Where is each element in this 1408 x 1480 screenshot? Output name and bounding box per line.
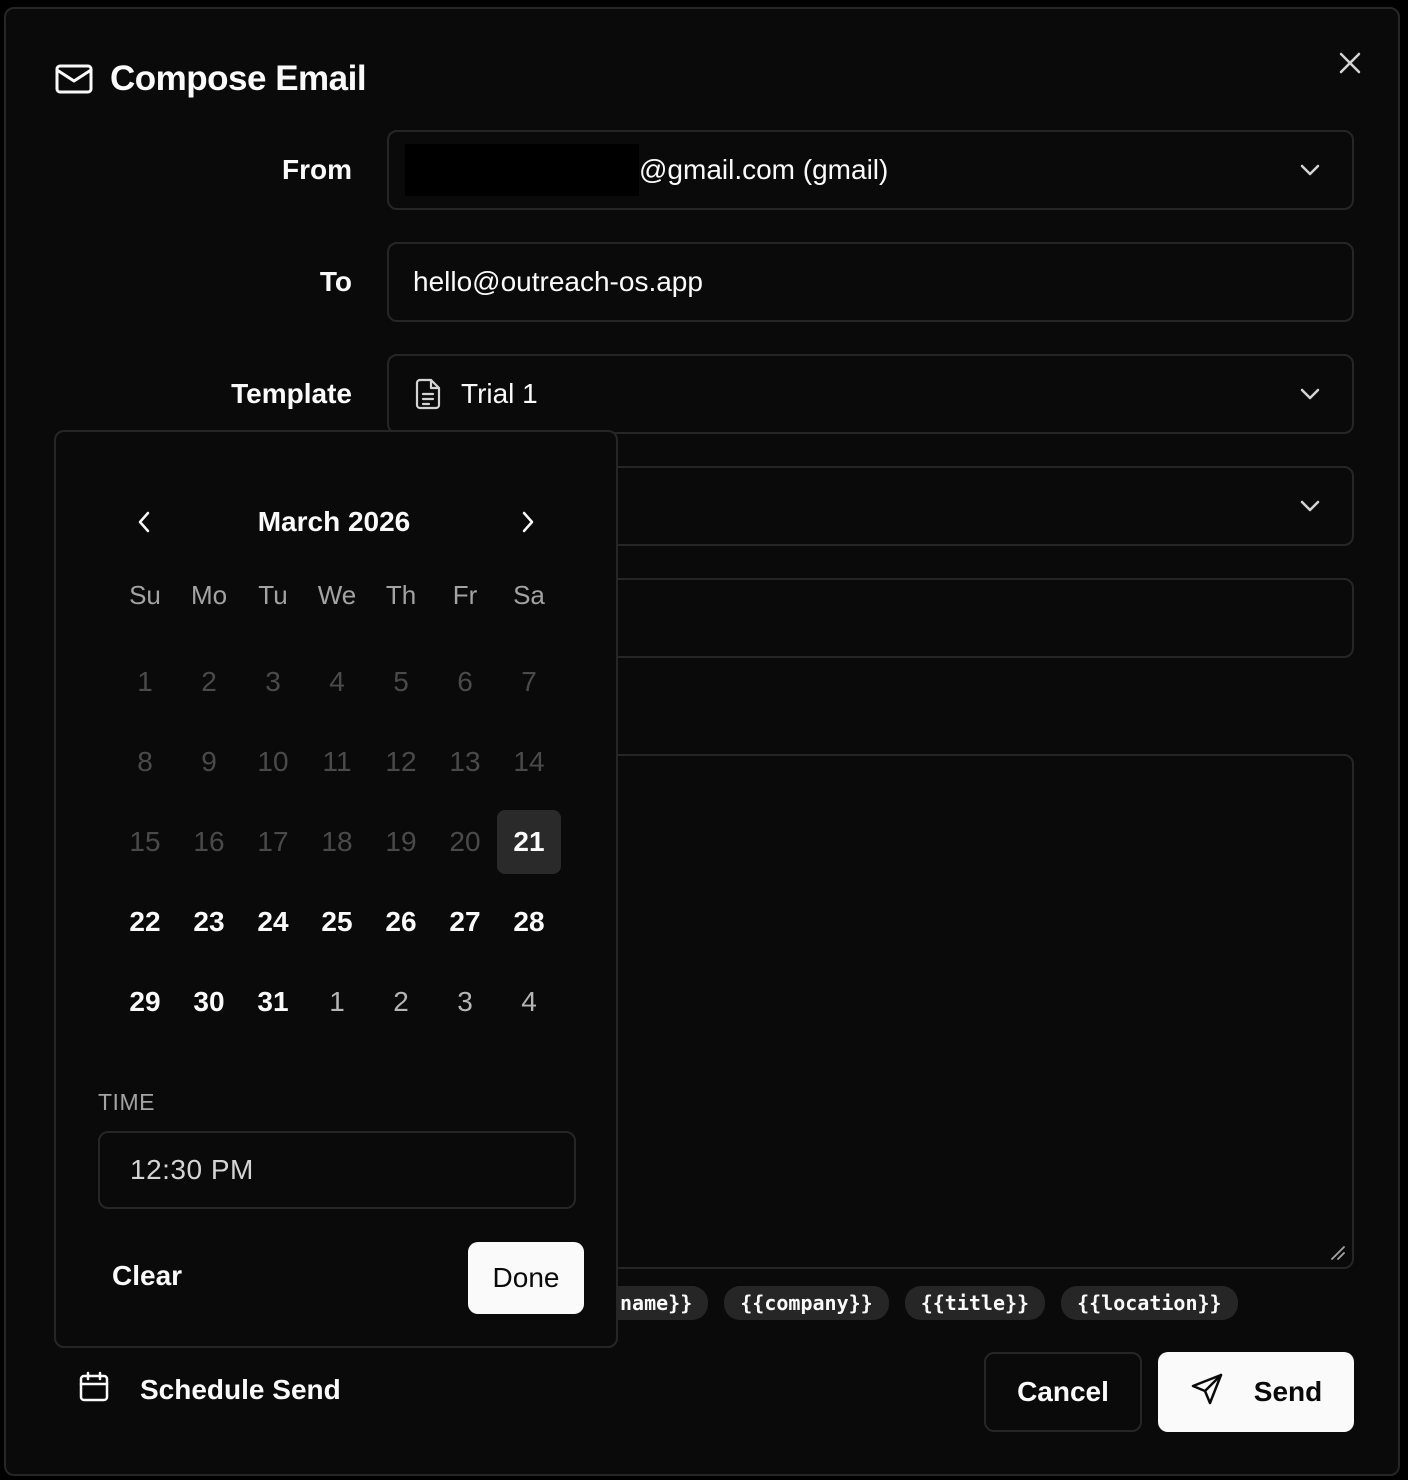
from-value: @gmail.com (gmail) — [639, 154, 889, 185]
calendar-day-disabled: 10 — [257, 746, 289, 777]
calendar-day-outside-month[interactable]: 3 — [433, 970, 497, 1034]
calendar-day-disabled: 16 — [193, 826, 225, 857]
chevron-down-icon — [1296, 492, 1324, 520]
weekday-label: We — [317, 580, 357, 610]
clear-button[interactable]: Clear — [112, 1260, 182, 1292]
calendar-day[interactable]: 25 — [305, 890, 369, 954]
calendar-day-disabled: 7 — [521, 666, 537, 697]
calendar-day-disabled: 6 — [457, 666, 473, 697]
send-icon — [1190, 1372, 1224, 1413]
dialog-title: Compose Email — [110, 59, 367, 98]
schedule-date-picker: March 2026 Su Mo Tu We Th Fr Sa 1 2 3 4 — [54, 430, 618, 1348]
calendar-day-disabled: 3 — [265, 666, 281, 697]
calendar-day[interactable]: 30 — [177, 970, 241, 1034]
from-select[interactable]: @gmail.com (gmail) — [387, 130, 1354, 210]
time-input[interactable]: 12:30 PM — [98, 1131, 576, 1209]
next-month-button[interactable] — [508, 502, 548, 542]
calendar-day-disabled: 11 — [322, 746, 352, 777]
calendar-day-disabled: 13 — [449, 746, 481, 777]
weekday-label: Mo — [190, 580, 228, 610]
calendar-day-disabled: 1 — [137, 666, 153, 697]
to-label: To — [319, 266, 352, 297]
variable-chip[interactable]: {{title}} — [904, 1286, 1046, 1320]
send-button[interactable]: Send — [1158, 1352, 1354, 1432]
calendar-day-disabled: 15 — [129, 826, 161, 857]
schedule-send-label: Schedule Send — [140, 1373, 341, 1405]
weekday-label: Su — [129, 580, 161, 610]
chevron-down-icon — [1296, 156, 1324, 184]
calendar-day-disabled: 18 — [321, 826, 353, 857]
resize-handle-icon[interactable] — [1328, 1243, 1346, 1261]
weekday-label: Th — [385, 580, 417, 610]
done-button[interactable]: Done — [468, 1242, 584, 1314]
calendar-day-disabled: 14 — [513, 746, 545, 777]
calendar-grid: Su Mo Tu We Th Fr Sa 1 2 3 4 5 6 7 8 9 1… — [113, 580, 561, 1042]
send-label: Send — [1253, 1376, 1323, 1407]
chevron-down-icon — [1296, 380, 1324, 408]
file-text-icon — [413, 377, 443, 411]
calendar-week: 29 30 31 1 2 3 4 — [113, 962, 561, 1042]
calendar-day[interactable]: 28 — [497, 890, 561, 954]
calendar-day-disabled: 12 — [385, 746, 417, 777]
to-input[interactable]: hello@outreach-os.app — [387, 242, 1354, 322]
calendar-day-disabled: 19 — [385, 826, 417, 857]
calendar-day[interactable]: 29 — [113, 970, 177, 1034]
calendar-day-outside-month[interactable]: 1 — [305, 970, 369, 1034]
redacted-email-local-part — [405, 144, 639, 196]
schedule-send-button[interactable]: Schedule Send — [78, 1371, 341, 1408]
calendar-day-disabled: 4 — [329, 666, 345, 697]
compose-email-dialog: Compose Email From @gmail.com (gmail) To… — [4, 7, 1400, 1476]
calendar-day-disabled: 17 — [257, 826, 289, 857]
calendar-day-disabled: 9 — [201, 746, 217, 777]
calendar-day-outside-month[interactable]: 4 — [497, 970, 561, 1034]
calendar-day-disabled: 20 — [449, 826, 481, 857]
calendar-day-outside-month[interactable]: 2 — [369, 970, 433, 1034]
close-button[interactable] — [1332, 45, 1368, 81]
from-label: From — [282, 154, 352, 185]
close-icon — [1339, 52, 1361, 74]
template-select[interactable]: Trial 1 — [387, 354, 1354, 434]
to-value: hello@outreach-os.app — [413, 266, 703, 297]
weekday-label: Sa — [513, 580, 545, 610]
template-label: Template — [231, 378, 352, 409]
calendar-icon — [78, 1371, 110, 1408]
month-navigation: March 2026 — [56, 502, 616, 544]
dialog-header: Compose Email — [54, 59, 367, 99]
calendar-day[interactable]: 31 — [241, 970, 305, 1034]
chevron-right-icon — [522, 511, 534, 533]
calendar-day[interactable]: 26 — [369, 890, 433, 954]
calendar-week: 1 2 3 4 5 6 7 — [113, 642, 561, 722]
calendar-day[interactable]: 24 — [241, 890, 305, 954]
variable-chip[interactable]: {{location}} — [1061, 1286, 1238, 1320]
time-label: TIME — [98, 1089, 155, 1115]
calendar-day[interactable]: 22 — [113, 890, 177, 954]
calendar-week: 15 16 17 18 19 20 21 — [113, 802, 561, 882]
calendar-day[interactable]: 27 — [433, 890, 497, 954]
calendar-day-disabled: 8 — [137, 746, 153, 777]
weekday-label: Tu — [258, 580, 288, 610]
weekday-label: Fr — [452, 580, 478, 610]
template-value: Trial 1 — [461, 378, 538, 409]
cancel-button[interactable]: Cancel — [984, 1352, 1142, 1432]
variable-chip[interactable]: {{company}} — [724, 1286, 889, 1320]
template-variables: name}} {{company}} {{title}} {{location}… — [596, 1286, 1238, 1320]
calendar-day-disabled: 5 — [393, 666, 409, 697]
weekday-header: Su Mo Tu We Th Fr Sa — [113, 580, 561, 628]
mail-icon — [54, 59, 94, 99]
calendar-day-selected[interactable]: 21 — [497, 810, 561, 874]
calendar-week: 22 23 24 25 26 27 28 — [113, 882, 561, 962]
calendar-week: 8 9 10 11 12 13 14 — [113, 722, 561, 802]
calendar-day[interactable]: 23 — [177, 890, 241, 954]
calendar-day-disabled: 2 — [201, 666, 217, 697]
